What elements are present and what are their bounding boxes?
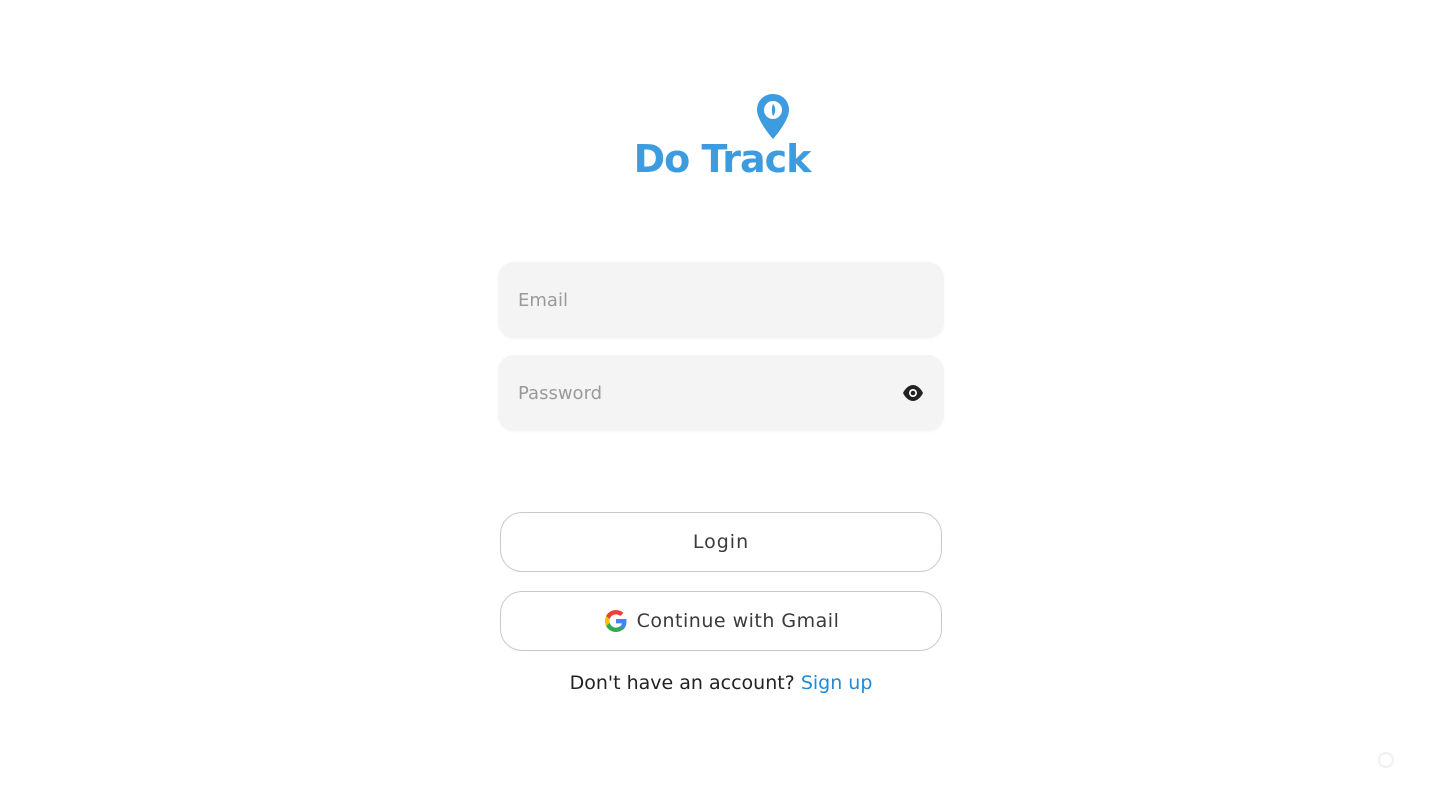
signup-prompt-text: Don't have an account? — [569, 672, 801, 694]
login-page: Do Track Login Continue with Gmail Don't… — [0, 0, 1440, 805]
email-input[interactable] — [518, 262, 878, 338]
watermark-icon — [1378, 752, 1394, 768]
password-input[interactable] — [518, 355, 878, 431]
continue-with-gmail-button[interactable]: Continue with Gmail — [500, 591, 942, 651]
brand-name: Do Track — [633, 137, 812, 181]
email-field-container — [498, 262, 944, 338]
watermark — [1378, 752, 1400, 768]
gmail-button-label: Continue with Gmail — [636, 610, 840, 632]
login-button[interactable]: Login — [500, 512, 942, 572]
google-icon — [604, 610, 627, 632]
login-button-label: Login — [692, 531, 750, 553]
eye-icon[interactable] — [902, 383, 924, 403]
signup-prompt-row: Don't have an account? Sign up — [420, 672, 1022, 694]
signup-link[interactable]: Sign up — [801, 672, 873, 694]
map-pin-icon — [757, 94, 789, 139]
password-field-container — [498, 355, 944, 431]
brand-logo: Do Track — [620, 92, 824, 182]
